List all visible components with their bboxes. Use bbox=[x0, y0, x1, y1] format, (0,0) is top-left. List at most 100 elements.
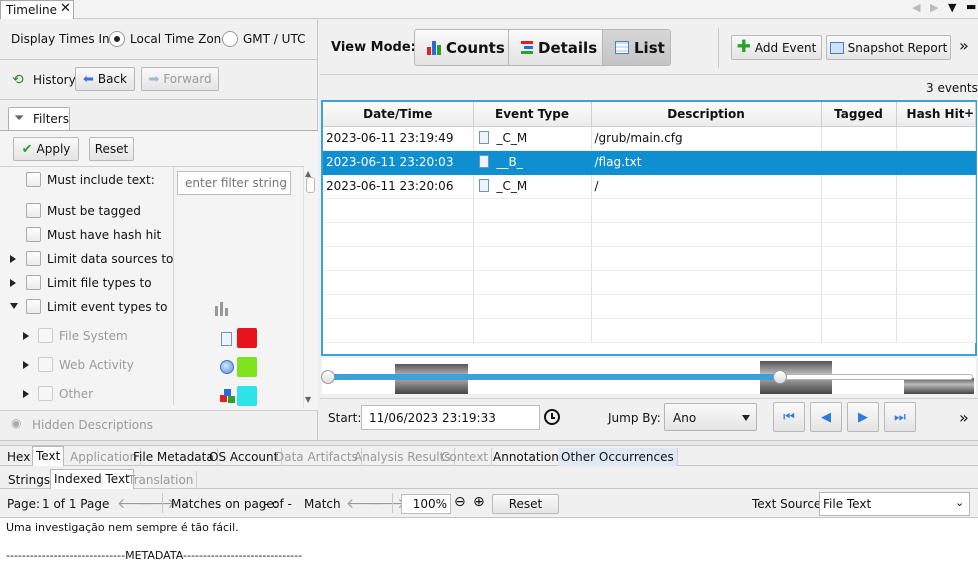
file-system-color-swatch[interactable] bbox=[237, 328, 257, 348]
previous-icon: ◀ bbox=[821, 409, 831, 425]
window-tab-timeline[interactable]: Timeline ✕ bbox=[0, 0, 74, 19]
jump-next-button[interactable]: ▶ bbox=[847, 402, 879, 432]
scroll-right-icon[interactable]: ▶ bbox=[930, 1, 938, 14]
matches-label: Matches on page: bbox=[171, 497, 278, 511]
range-end-handle[interactable] bbox=[773, 370, 787, 384]
limit-data-sources-checkbox[interactable] bbox=[26, 251, 41, 266]
zoom-reset-button[interactable]: Reset bbox=[492, 494, 559, 514]
web-activity-checkbox[interactable] bbox=[38, 357, 53, 372]
hidden-descriptions-label[interactable]: Hidden Descriptions bbox=[32, 418, 153, 432]
back-button[interactable]: ⬅ Back bbox=[75, 67, 135, 91]
must-have-hash-hit-checkbox[interactable] bbox=[26, 227, 41, 242]
tab-text[interactable]: Text bbox=[32, 446, 65, 466]
column-chooser-icon[interactable]: + bbox=[964, 106, 974, 120]
filter-string-input[interactable] bbox=[177, 171, 291, 195]
tab-menu-icon[interactable]: ▼ bbox=[948, 1, 956, 14]
table-row bbox=[323, 318, 976, 343]
limit-data-sources-label: Limit data sources to bbox=[47, 252, 174, 266]
limit-file-types-checkbox[interactable] bbox=[26, 275, 41, 290]
column-datetime[interactable]: Date/Time bbox=[323, 102, 474, 127]
clock-icon[interactable] bbox=[544, 409, 560, 425]
cell-hash-hit bbox=[896, 126, 976, 151]
zoom-out-icon[interactable]: ⊖ bbox=[454, 494, 466, 510]
subtab-strings[interactable]: Strings bbox=[5, 471, 55, 489]
text-source-select[interactable]: File Text ⌄ bbox=[819, 492, 970, 516]
expand-file-system-icon[interactable] bbox=[23, 332, 29, 340]
radio-local-time[interactable] bbox=[109, 31, 125, 47]
details-mode-button[interactable]: Details bbox=[509, 30, 603, 65]
limit-file-types-label: Limit file types to bbox=[47, 276, 152, 290]
tab-data-artifacts[interactable]: Data Artifacts bbox=[272, 448, 362, 466]
table-row[interactable]: 2023-06-11 23:20:06 _C_M / bbox=[323, 174, 976, 199]
cell-hash-hit bbox=[896, 174, 976, 199]
table-row[interactable]: 2023-06-11 23:19:49 _C_M /grub/main.cfg bbox=[323, 126, 976, 151]
close-icon[interactable]: ✕ bbox=[60, 1, 71, 16]
table-row[interactable]: 2023-06-11 23:20:03 __B_ /flag.txt bbox=[323, 150, 976, 175]
cell-datetime: 2023-06-11 23:20:03 bbox=[323, 150, 474, 175]
file-system-type-icon bbox=[221, 332, 232, 346]
counts-mode-button[interactable]: Counts bbox=[415, 30, 509, 65]
tab-other-occurrences[interactable]: Other Occurrences bbox=[558, 448, 678, 466]
start-datetime-field[interactable]: 11/06/2023 23:19:33 bbox=[361, 405, 540, 430]
expand-file-types-icon[interactable] bbox=[10, 279, 16, 287]
jump-last-button[interactable]: ⏭ bbox=[884, 402, 916, 432]
limit-event-types-checkbox[interactable] bbox=[26, 299, 41, 314]
filters-tab-label: Filters bbox=[33, 112, 69, 126]
toolbar-overflow-icon[interactable]: » bbox=[959, 36, 969, 55]
filters-tab[interactable]: ⏷ Filters bbox=[8, 107, 70, 131]
range-overflow-icon[interactable]: » bbox=[959, 408, 969, 427]
zoom-field[interactable]: 100% bbox=[401, 494, 451, 514]
subtab-translation[interactable]: Translation bbox=[125, 471, 198, 489]
table-row bbox=[323, 222, 976, 247]
range-selection[interactable] bbox=[328, 374, 780, 380]
scroll-left-icon[interactable]: ◀ bbox=[912, 1, 920, 14]
subtab-indexed-text[interactable]: Indexed Text bbox=[50, 469, 134, 489]
column-description[interactable]: Description bbox=[591, 102, 822, 127]
tab-hex[interactable]: Hex bbox=[4, 448, 35, 466]
apply-button[interactable]: ✔ Apply bbox=[13, 137, 79, 161]
tab-os-account[interactable]: OS Account bbox=[206, 448, 283, 466]
collapse-event-types-icon[interactable] bbox=[10, 303, 18, 309]
must-be-tagged-checkbox[interactable] bbox=[26, 203, 41, 218]
file-icon bbox=[478, 155, 489, 168]
chevron-down-icon bbox=[742, 415, 750, 421]
expand-web-activity-icon[interactable] bbox=[23, 361, 29, 369]
range-start-handle[interactable] bbox=[321, 370, 335, 384]
column-tagged[interactable]: Tagged bbox=[821, 102, 897, 127]
web-activity-label: Web Activity bbox=[59, 358, 134, 372]
text-content-line: Uma investigação nem sempre é tão fácil. bbox=[6, 521, 239, 534]
page-next-icon[interactable]: 🡒 bbox=[138, 495, 176, 512]
filters-scrollbar[interactable]: ▲ ▼ bbox=[303, 167, 317, 408]
match-next-icon[interactable]: 🡒 bbox=[368, 495, 406, 512]
expand-data-sources-icon[interactable] bbox=[10, 255, 16, 263]
event-types-icon bbox=[215, 302, 231, 316]
cell-event-type: _C_M bbox=[473, 174, 592, 199]
snapshot-report-button[interactable]: Snapshot Report bbox=[826, 35, 951, 60]
forward-button[interactable]: ➡ Forward bbox=[141, 67, 219, 91]
forward-arrow-icon: ➡ bbox=[148, 71, 160, 87]
zoom-in-icon[interactable]: ⊕ bbox=[473, 494, 485, 510]
back-arrow-icon: ⬅ bbox=[82, 71, 94, 87]
radio-gmt[interactable] bbox=[222, 31, 238, 47]
file-system-checkbox[interactable] bbox=[38, 328, 53, 343]
web-activity-color-swatch[interactable] bbox=[237, 357, 257, 377]
column-event-type[interactable]: Event Type bbox=[473, 102, 592, 127]
jump-previous-button[interactable]: ◀ bbox=[810, 402, 842, 432]
cell-datetime: 2023-06-11 23:20:06 bbox=[323, 174, 474, 199]
file-icon bbox=[478, 179, 489, 192]
tab-context[interactable]: Context bbox=[438, 448, 493, 466]
list-mode-button[interactable]: List bbox=[603, 30, 670, 65]
maximize-icon[interactable]: ▬ bbox=[966, 0, 976, 13]
must-include-text-checkbox[interactable] bbox=[26, 172, 41, 187]
web-activity-globe-icon bbox=[220, 360, 234, 374]
tab-file-metadata[interactable]: File Metadata bbox=[130, 448, 218, 466]
other-color-swatch[interactable] bbox=[237, 386, 257, 406]
reset-filters-button[interactable]: Reset bbox=[89, 137, 134, 161]
other-checkbox[interactable] bbox=[38, 386, 53, 401]
matches-value: - of - bbox=[264, 497, 292, 511]
radio-local-time-label: Local Time Zone bbox=[130, 32, 229, 46]
expand-other-icon[interactable] bbox=[23, 390, 29, 398]
add-event-button[interactable]: ✚ Add Event bbox=[731, 35, 822, 60]
jump-first-button[interactable]: ⏮ bbox=[773, 402, 805, 432]
jump-by-select[interactable]: Ano bbox=[664, 403, 757, 431]
